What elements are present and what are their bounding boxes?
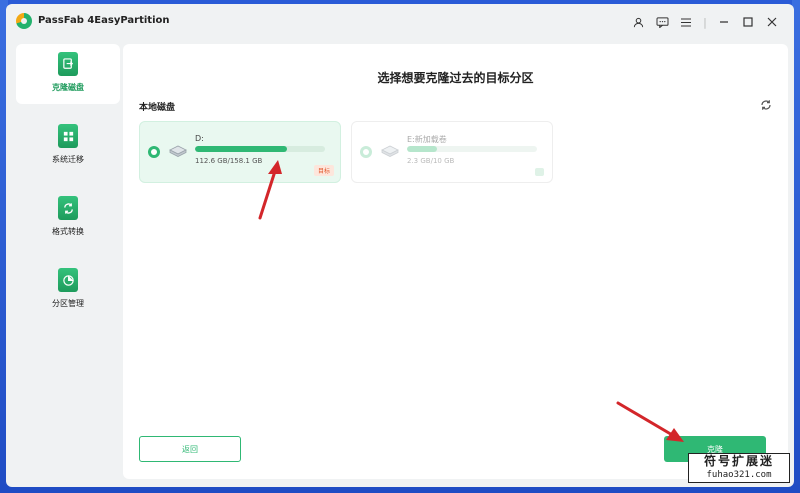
hard-drive-icon: [168, 142, 188, 157]
watermark: 符号扩展迷 fuhao321.com: [688, 453, 790, 483]
disk-radio[interactable]: [360, 146, 372, 158]
app-window: PassFab 4EasyPartition | 克隆磁盘 系统迁移 格式转换 …: [6, 4, 794, 487]
partition-manage-icon: [58, 268, 78, 292]
disk-name: E:新加载卷: [407, 135, 447, 144]
sidebar-item-label: 克隆磁盘: [52, 83, 84, 92]
section-label-local-disk: 本地磁盘: [139, 103, 176, 113]
watermark-line2: fuhao321.com: [706, 470, 772, 480]
refresh-icon[interactable]: [759, 99, 773, 113]
disk-usage-bar: [407, 146, 537, 152]
sidebar-item-clone-disk[interactable]: 克隆磁盘: [16, 44, 120, 104]
clone-disk-icon: [58, 52, 78, 76]
disk-size: 112.6 GB/158.1 GB: [195, 157, 263, 165]
sidebar-item-format-convert[interactable]: 格式转换: [16, 188, 120, 248]
disk-size: 2.3 GB/10 GB: [407, 157, 455, 165]
sidebar-item-label: 系统迁移: [52, 155, 84, 164]
watermark-line1: 符号扩展迷: [703, 454, 774, 468]
disk-card-e[interactable]: E:新加载卷 2.3 GB/10 GB: [351, 121, 553, 183]
maximize-icon[interactable]: [736, 13, 760, 31]
titlebar-divider: |: [703, 15, 707, 29]
target-badge: 目标: [313, 165, 334, 176]
sidebar-item-label: 格式转换: [52, 227, 84, 236]
sidebar-item-label: 分区管理: [52, 299, 84, 308]
minimize-icon[interactable]: [712, 13, 736, 31]
disk-radio-selected[interactable]: [148, 146, 160, 158]
disk-card-d[interactable]: D: 112.6 GB/158.1 GB 目标: [139, 121, 341, 183]
app-logo-icon: [16, 13, 32, 29]
user-icon[interactable]: [626, 13, 650, 31]
disk-usage-fill: [407, 146, 437, 152]
close-icon[interactable]: [760, 13, 784, 31]
titlebar: PassFab 4EasyPartition |: [6, 4, 794, 40]
format-convert-icon: [58, 196, 78, 220]
disk-name: D:: [195, 134, 204, 143]
disk-usage-bar: [195, 146, 325, 152]
main-content: 选择想要克隆过去的目标分区 本地磁盘 D: 112.6 GB/158.1 GB …: [123, 44, 788, 479]
back-button[interactable]: 返回: [139, 436, 241, 462]
feedback-icon[interactable]: [650, 13, 674, 31]
menu-icon[interactable]: [674, 13, 698, 31]
system-migration-icon: [58, 124, 78, 148]
app-title: PassFab 4EasyPartition: [38, 15, 170, 26]
disk-type-badge-icon: [535, 168, 544, 176]
sidebar-item-system-migration[interactable]: 系统迁移: [16, 116, 120, 176]
sidebar: 克隆磁盘 系统迁移 格式转换 分区管理: [16, 44, 120, 479]
sidebar-item-partition-manage[interactable]: 分区管理: [16, 260, 120, 320]
hard-drive-icon: [380, 142, 400, 157]
page-title: 选择想要克隆过去的目标分区: [377, 71, 534, 85]
disk-usage-fill: [195, 146, 288, 152]
titlebar-controls: |: [626, 13, 784, 31]
